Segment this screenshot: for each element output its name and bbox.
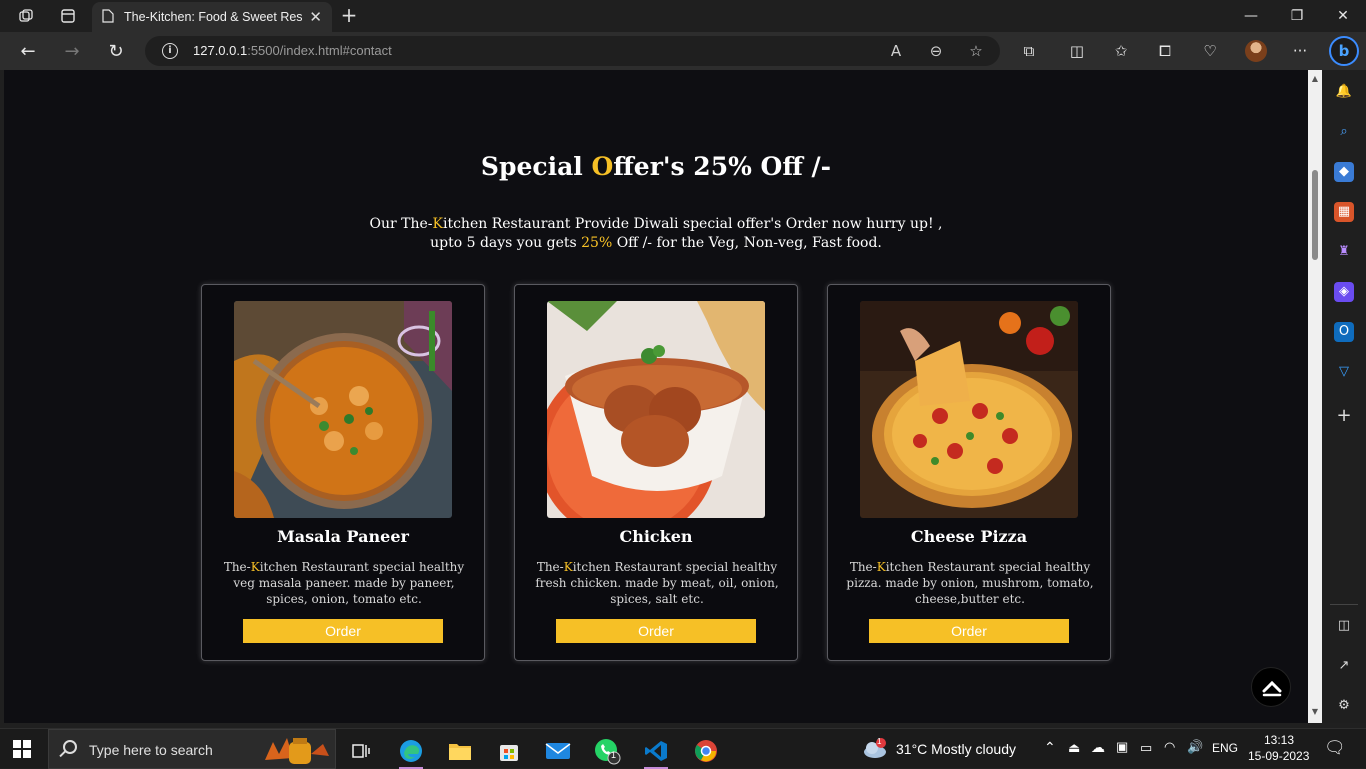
order-button[interactable]: Order: [556, 619, 756, 643]
wifi-icon[interactable]: ◠: [1164, 739, 1175, 755]
offer-heading: Special Offer's 25% Off /-: [480, 152, 832, 181]
tab-active[interactable]: The-Kitchen: Food & Sweet Resto ✕: [92, 2, 332, 32]
settings-gear-icon[interactable]: ⚙: [1334, 696, 1354, 716]
profile-avatar[interactable]: [1245, 40, 1267, 62]
volume-icon[interactable]: 🔊: [1187, 739, 1203, 755]
more-menu-icon[interactable]: ···: [1290, 41, 1310, 61]
scroll-to-top-button[interactable]: [1251, 667, 1291, 707]
offer-card-cheese-pizza: Cheese Pizza The-Kitchen Restaurant spec…: [827, 284, 1111, 661]
card-title: Cheese Pizza: [910, 527, 1028, 546]
vscode-icon[interactable]: [636, 733, 676, 769]
tools-icon[interactable]: ▦: [1334, 202, 1354, 222]
browser-toolbar: ← → ↻ i 127.0.0.1:5500/index.html#contac…: [0, 32, 1366, 70]
usb-icon[interactable]: ⏏: [1068, 740, 1080, 756]
back-icon[interactable]: ←: [16, 39, 40, 63]
scroll-thumb[interactable]: [1312, 170, 1318, 260]
workspaces-icon[interactable]: [16, 6, 36, 26]
mail-icon[interactable]: [538, 733, 578, 769]
minimize-button[interactable]: —: [1228, 0, 1274, 32]
restore-button[interactable]: ❐: [1274, 0, 1320, 32]
edge-sidebar: 🔔 ⌕ ◆ ▦ ♜ ◈ O ▽ + ◫ ↗ ⚙: [1322, 70, 1366, 723]
search-icon[interactable]: ⌕: [1334, 122, 1354, 142]
copilot-icon[interactable]: b: [1329, 36, 1359, 66]
order-button[interactable]: Order: [869, 619, 1069, 643]
file-explorer-icon[interactable]: [440, 733, 480, 769]
task-view-icon[interactable]: [341, 733, 381, 769]
windows-taskbar: Type here to search 1 1 31°C Mostly clou…: [0, 728, 1366, 769]
weather-cloud-icon[interactable]: [862, 738, 888, 764]
drop-icon[interactable]: ▽: [1334, 362, 1354, 382]
collections-icon[interactable]: ⧠: [1155, 41, 1175, 61]
search-placeholder: Type here to search: [89, 742, 213, 758]
hide-sidebar-icon[interactable]: ◫: [1334, 616, 1354, 636]
favorite-star-icon[interactable]: ☆: [966, 41, 986, 61]
tray-app-icon[interactable]: ▣: [1116, 739, 1128, 755]
notifications-icon[interactable]: 🔔: [1334, 82, 1354, 102]
close-window-button[interactable]: ✕: [1320, 0, 1366, 32]
read-aloud-icon[interactable]: A: [886, 41, 906, 61]
outlook-icon[interactable]: O: [1334, 322, 1354, 342]
clock-date[interactable]: 15-09-2023: [1248, 749, 1309, 763]
extensions-icon[interactable]: ⧉: [1019, 41, 1039, 61]
refresh-icon[interactable]: ↻: [104, 39, 128, 63]
search-highlight-illustration: [265, 738, 329, 764]
battery-icon[interactable]: ▭: [1140, 740, 1152, 756]
split-screen-icon[interactable]: ◫: [1067, 41, 1087, 61]
whatsapp-icon[interactable]: 1: [587, 733, 627, 769]
scroll-down-arrow-icon[interactable]: ▼: [1310, 707, 1320, 717]
masala-paneer-image: [234, 301, 452, 518]
scroll-up-arrow-icon[interactable]: ▲: [1310, 74, 1320, 84]
tab-actions-icon[interactable]: [58, 6, 78, 26]
notification-center-icon[interactable]: 🗨: [1324, 738, 1346, 758]
show-hidden-icons-chevron-icon[interactable]: ⌃: [1044, 739, 1056, 756]
copilot-app-icon[interactable]: ◈: [1334, 282, 1354, 302]
chicken-image: [547, 301, 765, 518]
card-title: Chicken: [619, 527, 693, 546]
favorites-icon[interactable]: ✩: [1111, 41, 1131, 61]
whatsapp-badge: 1: [611, 750, 617, 760]
page-viewport: Special Offer's 25% Off /- Our The-Kitch…: [4, 70, 1308, 723]
tab-title: The-Kitchen: Food & Sweet Resto: [124, 10, 302, 24]
offer-card-chicken: Chicken The-Kitchen Restaurant special h…: [514, 284, 798, 661]
chevron-up-icon: [1262, 680, 1282, 697]
browser-title-bar: The-Kitchen: Food & Sweet Resto ✕ + — ❐ …: [0, 0, 1366, 32]
microsoft-store-icon[interactable]: [489, 733, 529, 769]
card-description: The-Kitchen Restaurant special healthy v…: [223, 560, 465, 606]
card-title: Masala Paneer: [277, 527, 409, 546]
card-description: The-Kitchen Restaurant special healthy f…: [535, 560, 779, 606]
open-external-icon[interactable]: ↗: [1334, 656, 1354, 676]
shopping-tag-icon[interactable]: ◆: [1334, 162, 1354, 182]
card-description: The-Kitchen Restaurant special healthy p…: [846, 560, 1094, 606]
chrome-icon[interactable]: [686, 733, 726, 769]
clock-time[interactable]: 13:13: [1264, 733, 1294, 747]
address-bar[interactable]: i 127.0.0.1:5500/index.html#contact A ⊖ …: [145, 36, 1000, 66]
onedrive-cloud-icon[interactable]: ☁: [1091, 739, 1105, 756]
windows-start-icon[interactable]: [13, 740, 31, 758]
cheese-pizza-image: [860, 301, 1078, 518]
edge-taskbar-icon[interactable]: [391, 733, 431, 769]
zoom-icon[interactable]: ⊖: [926, 41, 946, 61]
site-info-icon[interactable]: i: [162, 43, 178, 59]
page-icon: [102, 8, 114, 26]
search-icon: [63, 740, 77, 754]
weather-badge: 1: [877, 737, 882, 746]
offer-card-masala-paneer: Masala Paneer The-Kitchen Restaurant spe…: [201, 284, 485, 661]
games-icon[interactable]: ♜: [1334, 242, 1354, 262]
add-sidebar-app-icon[interactable]: +: [1334, 406, 1354, 426]
sidebar-divider: [1330, 604, 1358, 605]
page-scrollbar[interactable]: ▲ ▼: [1308, 70, 1322, 723]
weather-text[interactable]: 31°C Mostly cloudy: [896, 741, 1016, 757]
close-tab-icon[interactable]: ✕: [309, 8, 322, 26]
new-tab-button[interactable]: +: [338, 4, 360, 26]
offer-intro: Our The-Kitchen Restaurant Provide Diwal…: [369, 216, 943, 251]
order-button[interactable]: Order: [243, 619, 443, 643]
taskbar-search-box[interactable]: Type here to search: [48, 729, 336, 769]
browser-essentials-icon[interactable]: ♡: [1200, 41, 1220, 61]
forward-icon[interactable]: →: [60, 39, 84, 63]
url-text[interactable]: 127.0.0.1:5500/index.html#contact: [193, 43, 392, 58]
language-indicator[interactable]: ENG: [1212, 741, 1238, 755]
